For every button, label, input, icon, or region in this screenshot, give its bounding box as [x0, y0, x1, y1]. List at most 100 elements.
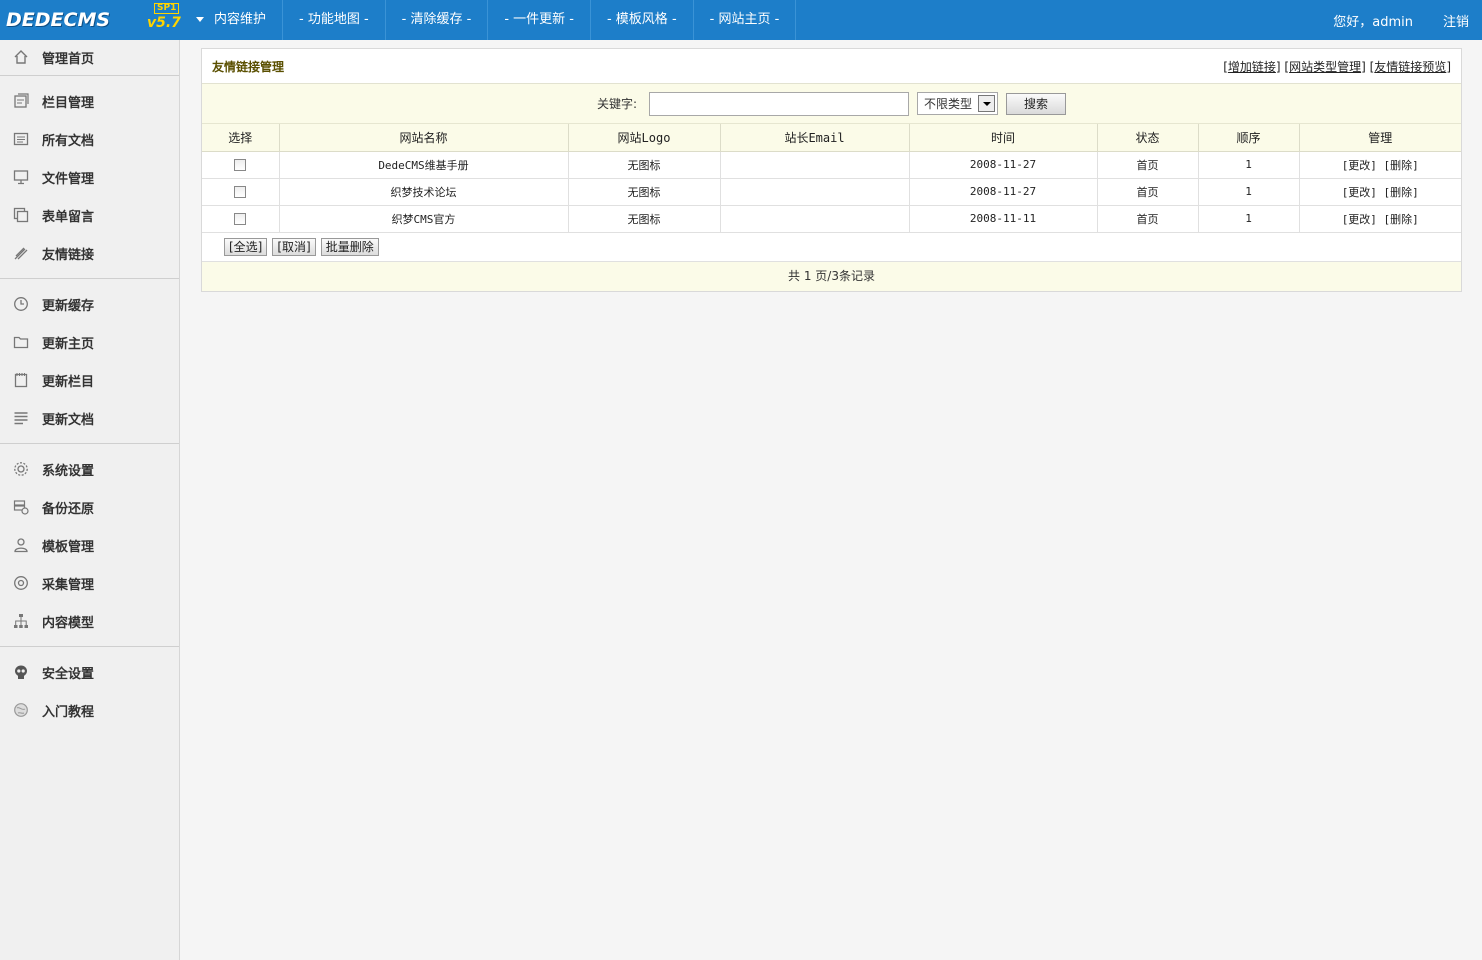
version-label: v5.7 [147, 15, 181, 31]
row-actions[interactable]: [更改] [删除] [1299, 178, 1461, 206]
type-select[interactable]: 不限类型 [917, 92, 999, 115]
col-status: 状态 [1097, 124, 1199, 152]
site-type-manage-link[interactable]: 网站类型管理 [1289, 60, 1361, 74]
form-icon [12, 206, 30, 224]
site-name: 织梦技术论坛 [279, 178, 569, 206]
col-site-name: 网站名称 [279, 124, 569, 152]
site-email [720, 178, 910, 206]
search-bar: 关键字: 不限类型 搜索 [202, 84, 1461, 124]
top-nav: 内容维护 - 功能地图 - - 清除缓存 - - 一件更新 - - 模板风格 -… [184, 0, 797, 40]
database-icon [12, 498, 30, 516]
link-time: 2008-11-27 [909, 151, 1098, 179]
sidebar-item-update-columns[interactable]: 更新栏目 [0, 361, 179, 399]
link-order: 1 [1198, 151, 1300, 179]
nav-function-map[interactable]: - 功能地图 - [283, 0, 386, 40]
link-order: 1 [1198, 178, 1300, 206]
skull-icon [12, 663, 30, 681]
row-checkbox[interactable] [234, 186, 247, 198]
row-checkbox[interactable] [234, 213, 247, 225]
pager: 共 1 页/3条记录 [202, 261, 1461, 291]
sidebar-item-update-homepage[interactable]: 更新主页 [0, 323, 179, 361]
friend-links-panel: 友情链接管理 [增加链接] [网站类型管理] [友情链接预览] 关键字: 不限类… [201, 48, 1462, 292]
logo-text: DEDECMS [6, 9, 111, 31]
link-time: 2008-11-27 [909, 178, 1098, 206]
sidebar: 管理首页 栏目管理 所有文档 文件管理 表单留言 友情链接 更新缓存 更新主页 … [0, 40, 180, 960]
col-order: 顺序 [1198, 124, 1300, 152]
lines-icon [12, 409, 30, 427]
link-preview-link[interactable]: 友情链接预览 [1374, 60, 1446, 74]
col-manage: 管理 [1299, 124, 1461, 152]
sidebar-group-home: 管理首页 [0, 40, 179, 76]
link-order: 1 [1198, 205, 1300, 233]
home-icon [12, 48, 30, 66]
sidebar-item-admin-home[interactable]: 管理首页 [0, 40, 179, 74]
sidebar-item-form-messages[interactable]: 表单留言 [0, 196, 179, 234]
sidebar-item-file-manager[interactable]: 文件管理 [0, 158, 179, 196]
site-logo: 无图标 [568, 178, 721, 206]
sidebar-item-content-model[interactable]: 内容模型 [0, 602, 179, 640]
search-button[interactable]: 搜索 [1006, 92, 1067, 115]
sidebar-item-system-settings[interactable]: 系统设置 [0, 450, 179, 488]
nav-template-style[interactable]: - 模板风格 - [591, 0, 694, 40]
user-greeting: 您好，admin [1333, 14, 1413, 30]
link-status: 首页 [1097, 178, 1199, 206]
site-name: 织梦CMS官方 [279, 205, 569, 233]
site-logo: 无图标 [568, 205, 721, 233]
nav-clear-cache[interactable]: - 清除缓存 - [386, 0, 489, 40]
nav-content-maintenance[interactable]: 内容维护 [184, 0, 284, 40]
sidebar-item-security-settings[interactable]: 安全设置 [0, 653, 179, 691]
notepad-icon [12, 371, 30, 389]
sidebar-item-update-documents[interactable]: 更新文档 [0, 399, 179, 437]
monitor-icon [12, 168, 30, 186]
table-header: 选择 网站名称 网站Logo 站长Email 时间 状态 顺序 管理 [202, 124, 1461, 152]
panel-header: 友情链接管理 [增加链接] [网站类型管理] [友情链接预览] [202, 49, 1461, 84]
edition-badge: SP1 [154, 3, 180, 14]
col-site-logo: 网站Logo [568, 124, 721, 152]
columns-icon [12, 92, 30, 110]
sidebar-group-misc: 安全设置 入门教程 [0, 647, 179, 735]
sidebar-group-content: 栏目管理 所有文档 文件管理 表单留言 友情链接 [0, 76, 179, 279]
sidebar-item-friend-links[interactable]: 友情链接 [0, 234, 179, 272]
caret-down-icon [196, 17, 204, 22]
dedecms-logo[interactable]: DEDECMS SP1 v5.7 [4, 3, 181, 37]
clock-icon [12, 295, 30, 313]
sidebar-item-backup-restore[interactable]: 备份还原 [0, 488, 179, 526]
site-email [720, 205, 910, 233]
cancel-selection-button[interactable]: [取消] [272, 237, 316, 256]
site-logo: 无图标 [568, 151, 721, 179]
nav-site-home[interactable]: - 网站主页 - [694, 0, 797, 40]
col-time: 时间 [909, 124, 1098, 152]
keyword-input[interactable] [649, 91, 910, 116]
sidebar-item-columns[interactable]: 栏目管理 [0, 82, 179, 120]
keyword-label: 关键字: [596, 97, 638, 111]
link-time: 2008-11-11 [909, 205, 1098, 233]
row-actions[interactable]: [更改] [删除] [1299, 151, 1461, 179]
select-all-button[interactable]: [全选] [224, 237, 268, 256]
link-status: 首页 [1097, 205, 1199, 233]
dropdown-arrow-icon [978, 95, 996, 112]
row-actions[interactable]: [更改] [删除] [1299, 205, 1461, 233]
nav-one-click-update[interactable]: - 一件更新 - [488, 0, 591, 40]
sidebar-item-update-cache[interactable]: 更新缓存 [0, 285, 179, 323]
sidebar-item-getting-started[interactable]: 入门教程 [0, 691, 179, 729]
sidebar-group-system: 系统设置 备份还原 模板管理 采集管理 内容模型 [0, 444, 179, 647]
sidebar-item-collector[interactable]: 采集管理 [0, 564, 179, 602]
panel-links: [增加链接] [网站类型管理] [友情链接预览] [1223, 59, 1451, 74]
site-name: DedeCMS维基手册 [279, 151, 569, 179]
sidebar-item-all-documents[interactable]: 所有文档 [0, 120, 179, 158]
logout-link[interactable]: 注销 [1443, 11, 1469, 30]
batch-delete-button[interactable]: 批量删除 [320, 237, 379, 256]
row-select-cell [202, 178, 280, 206]
page-title: 友情链接管理 [212, 59, 285, 74]
col-select: 选择 [202, 124, 280, 152]
row-checkbox[interactable] [234, 159, 247, 171]
add-link-link[interactable]: 增加链接 [1228, 60, 1276, 74]
sidebar-item-template-manager[interactable]: 模板管理 [0, 526, 179, 564]
table-row: 织梦CMS官方 无图标 2008-11-11 首页 1 [更改] [删除] [202, 205, 1461, 233]
type-select-value: 不限类型 [924, 97, 973, 111]
row-select-cell [202, 205, 280, 233]
user-box: 您好，admin 注销 [1333, 0, 1482, 40]
table-row: DedeCMS维基手册 无图标 2008-11-27 首页 1 [更改] [删除… [202, 151, 1461, 179]
documents-icon [12, 130, 30, 148]
bulk-actions: [全选] [取消] 批量删除 [202, 233, 1461, 262]
